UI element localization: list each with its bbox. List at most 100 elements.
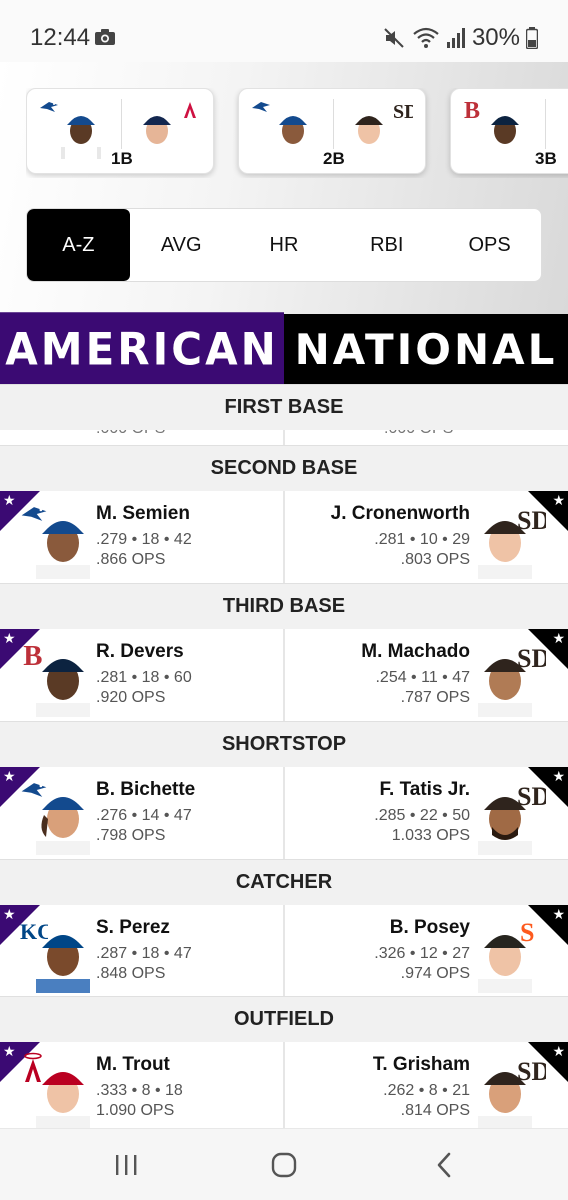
- nl-player-card[interactable]: ★ SD J. Cronenworth .281 • 10 • 29 .803 …: [285, 491, 568, 583]
- section-header-catcher: CATCHER: [0, 859, 568, 905]
- player-headshot-icon: [36, 521, 90, 579]
- player-ops: .920 OPS: [96, 689, 166, 706]
- star-icon: ★: [552, 906, 565, 922]
- padres-logo-icon: SD: [393, 101, 413, 121]
- player-name: T. Grisham: [372, 1054, 470, 1075]
- sort-tab-ops[interactable]: OPS: [438, 209, 541, 281]
- american-league-header[interactable]: AMERICAN: [0, 312, 284, 386]
- home-icon: [271, 1152, 297, 1178]
- sort-tab-a-z[interactable]: A-Z: [27, 209, 130, 281]
- section-header-third-base: THIRD BASE: [0, 583, 568, 629]
- player-ops: 1.090 OPS: [96, 1102, 175, 1119]
- league-header: AMERICAN NATIONAL: [0, 312, 568, 386]
- battery-icon: [526, 27, 538, 49]
- catcher-row: ★ KC S. Perez .287 • 18 • 47 .848 OPS ★ …: [0, 905, 568, 997]
- player-stats: .326 • 12 • 27: [374, 945, 470, 962]
- player-headshot-icon: [36, 935, 90, 993]
- national-league-header[interactable]: NATIONAL: [284, 314, 568, 384]
- sort-tab-rbi[interactable]: RBI: [335, 209, 438, 281]
- nl-player-card[interactable]: ★ SD M. Machado .254 • 11 • 47 .787 OPS: [285, 629, 568, 721]
- status-icons: 30%: [382, 24, 538, 52]
- home-button[interactable]: [264, 1149, 304, 1181]
- matchup-card-2b[interactable]: SD 2B: [238, 88, 426, 174]
- nl-player-card[interactable]: ★ S B. Posey .326 • 12 • 27 .974 OPS: [285, 905, 568, 997]
- al-player-card[interactable]: ★ M. Semien .279 • 18 • 42 .866 OPS: [0, 491, 283, 583]
- player-headshot-icon: [36, 659, 90, 717]
- blue-jays-logo-icon: [40, 102, 58, 112]
- svg-text:B: B: [464, 98, 480, 121]
- shortstop-row: ★ B. Bichette .276 • 14 • 47 .798 OPS ★ …: [0, 767, 568, 859]
- back-button[interactable]: [424, 1149, 464, 1181]
- player-headshot-icon: [36, 1072, 90, 1128]
- braves-logo-icon: [184, 102, 196, 118]
- player-stats: .279 • 18 • 42: [96, 531, 192, 548]
- camera-icon: [95, 29, 115, 45]
- al-player-card[interactable]: ★ B R. Devers .281 • 18 • 60 .920 OPS: [0, 629, 283, 721]
- second-base-row: ★ M. Semien .279 • 18 • 42 .866 OPS ★ SD…: [0, 491, 568, 583]
- player-stats: .281 • 18 • 60: [96, 669, 192, 686]
- recent-apps-button[interactable]: [106, 1149, 146, 1181]
- player-stats: .254 • 11 • 47: [375, 669, 470, 686]
- player-headshot-icon: [478, 521, 532, 579]
- player-ops: .798 OPS: [96, 827, 166, 844]
- player-ops: .974 OPS: [400, 965, 470, 982]
- player-name: B. Bichette: [96, 779, 196, 800]
- matchup-position-label: 2B: [321, 149, 347, 169]
- star-icon: ★: [3, 1043, 16, 1059]
- player-headshot-icon: [36, 797, 90, 855]
- sort-tab-hr[interactable]: HR: [233, 209, 336, 281]
- player-name: M. Machado: [361, 641, 470, 662]
- al-player-card[interactable]: ★ KC S. Perez .287 • 18 • 47 .848 OPS: [0, 905, 283, 997]
- first-base-row-partial[interactable]: .000 OPS .000 OPS: [0, 430, 568, 445]
- nl-player-card[interactable]: ★ SD F. Tatis Jr. .285 • 22 • 50 1.033 O…: [285, 767, 568, 859]
- player-name: M. Semien: [96, 503, 190, 524]
- recent-apps-icon: [116, 1155, 137, 1175]
- row-divider: [283, 430, 285, 445]
- back-icon: [437, 1152, 451, 1178]
- player-headshot-icon: [489, 116, 521, 159]
- player-ops: .866 OPS: [96, 551, 166, 568]
- player-ops: .803 OPS: [400, 551, 470, 568]
- battery-percent: 30%: [471, 24, 520, 51]
- matchup-position-label: 3B: [533, 149, 559, 169]
- section-header-outfield: OUTFIELD: [0, 996, 568, 1042]
- player-name: M. Trout: [96, 1054, 170, 1075]
- player-stats: .287 • 18 • 47: [96, 945, 192, 962]
- sort-tab-avg[interactable]: AVG: [130, 209, 233, 281]
- svg-text:SD: SD: [393, 101, 413, 121]
- matchup-card-1b[interactable]: 1B: [26, 88, 214, 174]
- matchup-header: 1B SD 2B B: [0, 62, 568, 314]
- matchup-carousel[interactable]: 1B SD 2B B: [26, 88, 568, 178]
- third-base-row: ★ B R. Devers .281 • 18 • 60 .920 OPS ★ …: [0, 629, 568, 721]
- star-icon: ★: [552, 630, 565, 646]
- mute-icon: [384, 28, 404, 48]
- player-name: S. Perez: [96, 917, 170, 938]
- red-sox-logo-icon: B: [464, 98, 480, 121]
- player-headshot-icon: [478, 659, 532, 717]
- star-icon: ★: [552, 1043, 565, 1059]
- al-player-card[interactable]: ★ M. Trout .333 • 8 • 18 1.090 OPS: [0, 1042, 283, 1128]
- player-stats: .281 • 10 • 29: [374, 531, 470, 548]
- player-name: J. Cronenworth: [330, 503, 470, 524]
- sort-tabs: A-Z AVG HR RBI OPS: [26, 208, 542, 282]
- nl-player-card[interactable]: ★ SD T. Grisham .262 • 8 • 21 .814 OPS: [285, 1042, 568, 1128]
- matchup-card-3b[interactable]: B 3B: [450, 88, 568, 174]
- outfield-row: ★ M. Trout .333 • 8 • 18 1.090 OPS ★ SD …: [0, 1042, 568, 1128]
- player-stats: .276 • 14 • 47: [96, 807, 192, 824]
- signal-icon: [446, 28, 465, 48]
- player-headshot-icon: [61, 116, 101, 159]
- star-icon: ★: [3, 906, 16, 922]
- section-header-shortstop: SHORTSTOP: [0, 721, 568, 767]
- player-stats: .333 • 8 • 18: [96, 1082, 183, 1099]
- player-ops: .814 OPS: [400, 1102, 470, 1119]
- star-icon: ★: [3, 492, 16, 508]
- player-headshot-icon: [478, 797, 532, 855]
- star-icon: ★: [552, 768, 565, 784]
- al-player-card[interactable]: ★ B. Bichette .276 • 14 • 47 .798 OPS: [0, 767, 283, 859]
- player-stats: .262 • 8 • 21: [383, 1082, 470, 1099]
- player-headshot-icon: [478, 1072, 532, 1128]
- player-headshot-icon: [478, 935, 532, 993]
- player-ops: 1.033 OPS: [391, 827, 470, 844]
- star-icon: ★: [3, 768, 16, 784]
- wifi-icon: [413, 27, 439, 48]
